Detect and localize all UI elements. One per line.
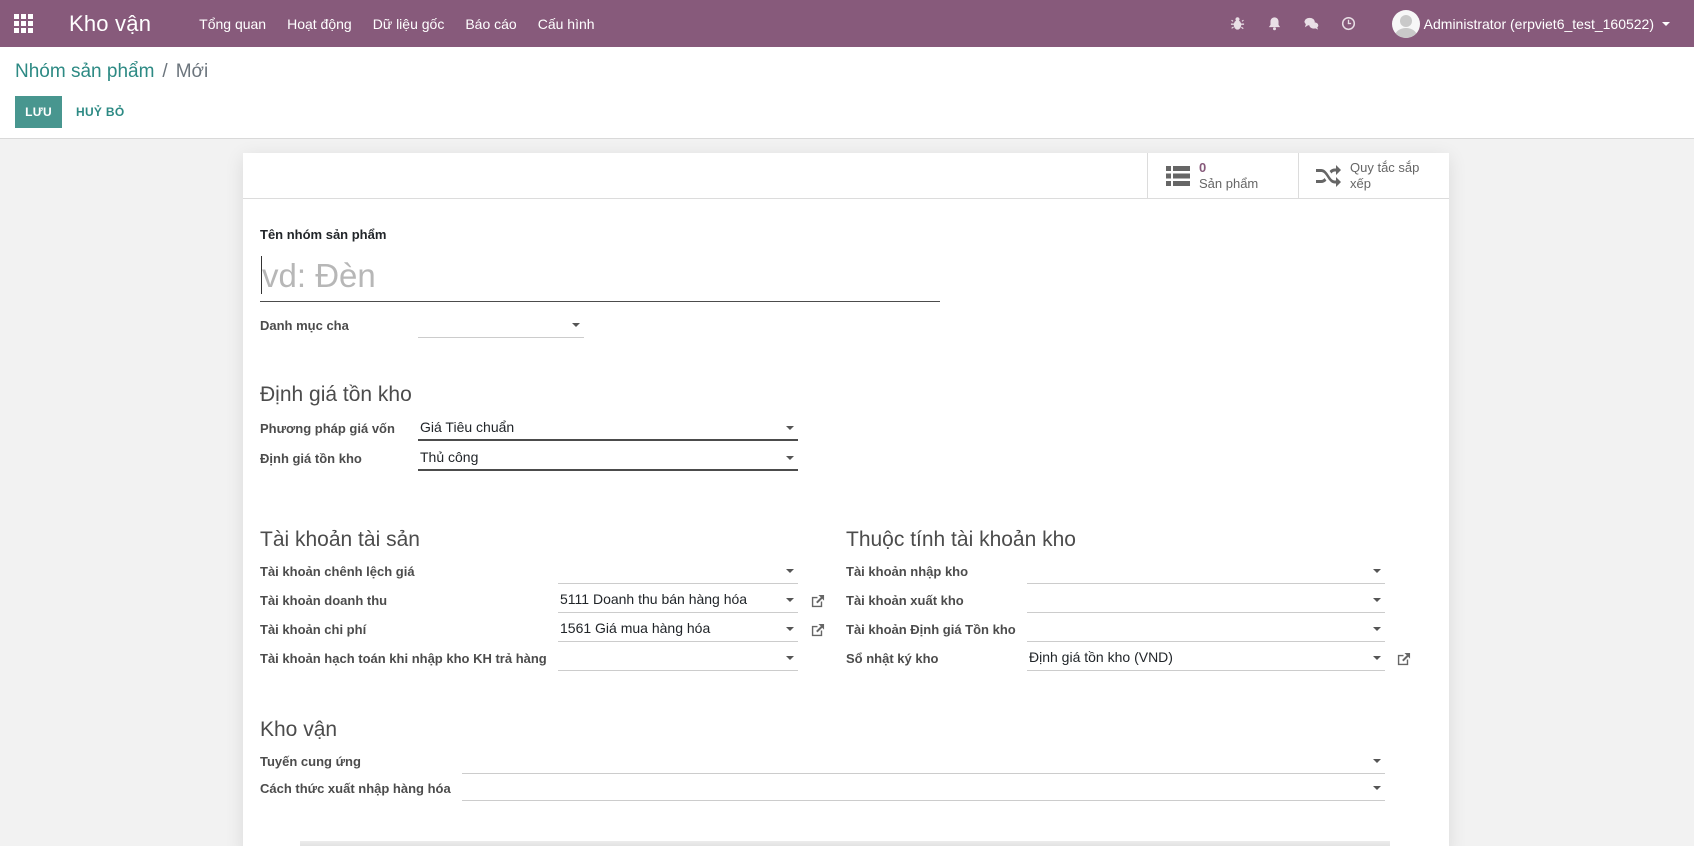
user-menu-name[interactable]: Administrator (erpviet6_test_160522): [1424, 16, 1654, 32]
breadcrumb: Nhóm sản phẩm / Mới: [15, 61, 208, 83]
account-section-title: Tài khoản tài sản: [260, 528, 420, 551]
stock-journal-select[interactable]: Định giá tồn kho (VND): [1027, 645, 1385, 671]
chevron-down-icon: [1373, 598, 1381, 602]
logistics-section-title: Kho vận: [260, 718, 338, 741]
chevron-down-icon: [786, 598, 794, 602]
clock-icon[interactable]: [1341, 16, 1357, 32]
inventory-valuation-label: Định giá tồn kho: [260, 451, 362, 466]
chevron-down-icon: [786, 426, 794, 430]
navbar-systray: Administrator (erpviet6_test_160522): [1230, 0, 1670, 47]
user-avatar[interactable]: [1391, 9, 1420, 38]
text-cursor: [261, 256, 262, 294]
top-navbar: Kho vận Tổng quan Hoạt động Dữ liệu gốc …: [0, 0, 1694, 47]
chevron-down-icon: [1373, 786, 1381, 790]
name-field-label: Tên nhóm sản phẩm: [260, 227, 387, 242]
breadcrumb-parent[interactable]: Nhóm sản phẩm: [15, 61, 154, 83]
price-diff-account-label: Tài khoản chênh lệch giá: [260, 564, 415, 579]
menu-item-configuration[interactable]: Cấu hình: [538, 16, 595, 32]
chevron-down-icon: [786, 627, 794, 631]
stock-input-account-select[interactable]: [1027, 558, 1385, 584]
putaway-label-line2: xếp: [1350, 176, 1371, 191]
random-icon: [1316, 164, 1342, 188]
putaway-rules-stat-button[interactable]: Quy tắc sắp xếp: [1298, 153, 1449, 199]
price-diff-account-select[interactable]: [558, 558, 798, 584]
app-name[interactable]: Kho vận: [69, 11, 151, 37]
return-account-label: Tài khoản hạch toán khi nhập kho KH trả …: [260, 651, 547, 666]
stock-output-account-label: Tài khoản xuất kho: [846, 593, 964, 608]
removal-strategy-select[interactable]: [462, 775, 1385, 801]
external-link-icon[interactable]: [810, 623, 825, 638]
external-link-icon[interactable]: [1396, 652, 1411, 667]
return-account-select[interactable]: [558, 645, 798, 671]
parent-category-select[interactable]: [418, 312, 584, 338]
discard-button[interactable]: HUỶ BỎ: [76, 96, 124, 128]
routes-label: Tuyến cung ứng: [260, 754, 361, 769]
expense-account-select[interactable]: 1561 Giá mua hàng hóa: [558, 616, 798, 642]
chevron-down-icon: [786, 456, 794, 460]
chevron-down-icon[interactable]: [1662, 21, 1670, 26]
bell-icon[interactable]: [1267, 16, 1283, 32]
stock-output-account-select[interactable]: [1027, 587, 1385, 613]
chevron-down-icon: [1373, 569, 1381, 573]
products-count: 0: [1199, 160, 1207, 175]
menu-item-overview[interactable]: Tổng quan: [199, 16, 266, 32]
category-name-input[interactable]: [260, 250, 940, 302]
menu-item-master-data[interactable]: Dữ liệu gốc: [373, 16, 445, 32]
control-panel: Nhóm sản phẩm / Mới LƯU HUỶ BỎ: [0, 47, 1694, 139]
chat-icon[interactable]: [1304, 16, 1320, 32]
chevron-down-icon: [1373, 627, 1381, 631]
income-account-label: Tài khoản doanh thu: [260, 593, 388, 608]
list-icon: [1165, 164, 1191, 188]
valuation-section-title: Định giá tồn kho: [260, 383, 412, 406]
stock-valuation-account-select[interactable]: [1027, 616, 1385, 642]
putaway-label-line1: Quy tắc sắp: [1350, 160, 1420, 175]
stock-input-account-label: Tài khoản nhập kho: [846, 564, 969, 579]
menu-item-reports[interactable]: Báo cáo: [465, 16, 516, 32]
inventory-valuation-select[interactable]: Thủ công: [418, 445, 798, 471]
cost-method-label: Phương pháp giá vốn: [260, 421, 395, 436]
chevron-down-icon: [572, 323, 580, 327]
chevron-down-icon: [786, 569, 794, 573]
chevron-down-icon: [1373, 656, 1381, 660]
stock-account-section-title: Thuộc tính tài khoản kho: [846, 528, 1076, 551]
smart-button-box: 0 Sản phẩm Quy tắc sắp xếp: [243, 153, 1449, 199]
products-label: Sản phẩm: [1199, 176, 1259, 191]
apps-menu-icon[interactable]: [14, 13, 34, 34]
routes-select[interactable]: [462, 748, 1385, 774]
main-menu: Tổng quan Hoạt động Dữ liệu gốc Báo cáo …: [199, 16, 615, 32]
income-account-select[interactable]: 5111 Doanh thu bán hàng hóa: [558, 587, 798, 613]
expense-account-label: Tài khoản chi phí: [260, 622, 367, 637]
stock-valuation-account-label: Tài khoản Định giá Tồn kho: [846, 622, 1016, 637]
breadcrumb-separator: /: [162, 61, 168, 82]
breadcrumb-current: Mới: [175, 61, 209, 82]
stock-journal-label: Sổ nhật ký kho: [846, 651, 939, 666]
external-link-icon[interactable]: [810, 594, 825, 609]
sheet-bottom-shadow: [300, 841, 1390, 846]
parent-category-label: Danh mục cha: [260, 318, 349, 333]
bug-icon[interactable]: [1230, 16, 1246, 32]
form-sheet: 0 Sản phẩm Quy tắc sắp xếp Tên nhóm sản …: [243, 153, 1449, 846]
cost-method-select[interactable]: Giá Tiêu chuẩn: [418, 415, 798, 441]
menu-item-operations[interactable]: Hoạt động: [287, 16, 352, 32]
chevron-down-icon: [786, 656, 794, 660]
products-stat-button[interactable]: 0 Sản phẩm: [1147, 153, 1298, 199]
save-button[interactable]: LƯU: [15, 96, 62, 128]
chevron-down-icon: [1373, 759, 1381, 763]
removal-strategy-label: Cách thức xuất nhập hàng hóa: [260, 781, 451, 796]
